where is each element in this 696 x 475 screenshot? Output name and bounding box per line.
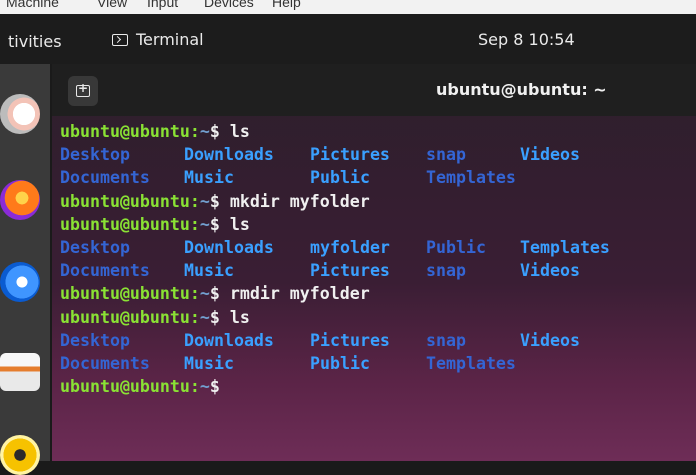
directory-entry: snap xyxy=(426,261,466,281)
prompt-line: ubuntu@ubuntu:~$ rmdir myfolder xyxy=(60,282,690,305)
prompt-line: ubuntu@ubuntu:~$ ls xyxy=(60,306,690,329)
vm-menu-help[interactable]: Help xyxy=(272,0,301,10)
help-icon[interactable] xyxy=(0,94,40,134)
thunderbird-icon[interactable] xyxy=(0,262,40,302)
prompt-path: ~ xyxy=(199,122,210,141)
output-line: Desktop Downloads Pictures snap Videos xyxy=(60,143,690,166)
directory-entry: Music xyxy=(184,261,234,281)
command-text: ls xyxy=(219,214,250,234)
files-icon[interactable] xyxy=(0,353,40,391)
dock xyxy=(0,64,50,475)
directory-entry: snap xyxy=(426,145,466,165)
prompt-path: ~ xyxy=(199,191,210,211)
terminal-icon xyxy=(112,33,128,46)
command-text: rmdir myfolder xyxy=(219,284,370,304)
directory-entry: Templates xyxy=(426,353,516,373)
prompt-symbol: $ xyxy=(209,284,220,304)
prompt-user: ubuntu@ubuntu: xyxy=(60,377,200,397)
window-title: ubuntu@ubuntu: ~ xyxy=(436,80,607,99)
vm-menu-devices[interactable]: Devices xyxy=(204,0,254,10)
activities-button[interactable]: tivities xyxy=(8,32,62,51)
prompt-user: ubuntu@ubuntu: xyxy=(60,122,200,141)
prompt-user: ubuntu@ubuntu: xyxy=(60,307,200,327)
top-bar: tivities Terminal Sep 8 10:54 xyxy=(0,14,696,64)
directory-entry: Public xyxy=(310,168,370,188)
directory-entry: Downloads xyxy=(184,237,274,257)
vm-menu-bar: Machine View Input Devices Help xyxy=(0,0,696,14)
prompt-user: ubuntu@ubuntu: xyxy=(60,191,200,211)
directory-entry: Desktop xyxy=(60,145,130,165)
prompt-line: ubuntu@ubuntu:~$ ls xyxy=(60,120,690,143)
directory-entry: Videos xyxy=(520,261,580,281)
terminal-output[interactable]: ubuntu@ubuntu:~$ ls Desktop Downloads Pictu… xyxy=(60,120,690,398)
output-line: Documents Music Pictures snap Videos xyxy=(60,259,690,282)
rhythmbox-icon[interactable] xyxy=(0,435,40,475)
command-text: ls xyxy=(219,122,250,141)
app-menu-label: Terminal xyxy=(136,30,204,49)
firefox-icon[interactable] xyxy=(0,180,40,220)
vm-menu-input[interactable]: Input xyxy=(147,0,178,10)
prompt-line: ubuntu@ubuntu:~$ ls xyxy=(60,213,690,236)
new-tab-button[interactable] xyxy=(68,76,98,106)
directory-entry: Templates xyxy=(426,168,516,188)
directory-entry: Desktop xyxy=(60,330,130,350)
output-line: Desktop Downloads Pictures snap Videos xyxy=(60,329,690,352)
terminal-window: ubuntu@ubuntu: ~ ubuntu@ubuntu:~$ lsDesk… xyxy=(52,64,696,461)
directory-entry: Downloads xyxy=(184,145,274,165)
directory-entry: Documents xyxy=(60,261,150,281)
directory-entry: Documents xyxy=(60,353,150,373)
directory-entry: Music xyxy=(184,168,234,188)
output-line: Documents Music Public Templates xyxy=(60,352,690,375)
directory-entry: Public xyxy=(426,237,486,257)
prompt-path: ~ xyxy=(199,214,210,234)
command-text: mkdir myfolder xyxy=(219,191,370,211)
directory-entry: Documents xyxy=(60,168,150,188)
directory-entry: Videos xyxy=(520,145,580,165)
directory-entry: Pictures xyxy=(310,145,390,165)
vm-menu-machine[interactable]: Machine xyxy=(6,0,59,10)
directory-entry: Public xyxy=(310,353,370,373)
prompt-path: ~ xyxy=(199,284,210,304)
prompt-user: ubuntu@ubuntu: xyxy=(60,214,200,234)
prompt-symbol: $ xyxy=(209,191,220,211)
directory-entry: Desktop xyxy=(60,237,130,257)
output-line: Documents Music Public Templates xyxy=(60,166,690,189)
directory-entry: Music xyxy=(184,353,234,373)
prompt-user: ubuntu@ubuntu: xyxy=(60,284,200,304)
new-tab-icon xyxy=(76,81,90,97)
directory-entry: snap xyxy=(426,330,466,350)
prompt-path: ~ xyxy=(199,377,210,397)
output-line: Desktop Downloads myfolder Public Templates xyxy=(60,236,690,259)
directory-entry: Pictures xyxy=(310,261,390,281)
prompt-symbol: $ xyxy=(209,122,220,141)
prompt-path: ~ xyxy=(199,307,210,327)
prompt-line: ubuntu@ubuntu:~$ mkdir myfolder xyxy=(60,190,690,213)
app-menu-terminal[interactable]: Terminal xyxy=(112,30,204,49)
directory-entry: Downloads xyxy=(184,330,274,350)
directory-entry: Templates xyxy=(520,237,610,257)
header-bar: ubuntu@ubuntu: ~ xyxy=(52,64,696,116)
prompt-symbol: $ xyxy=(209,214,220,234)
prompt-symbol: $ xyxy=(209,377,220,397)
directory-entry: Pictures xyxy=(310,330,390,350)
vm-menu-view[interactable]: View xyxy=(97,0,127,10)
directory-entry: Videos xyxy=(520,330,580,350)
directory-entry: myfolder xyxy=(310,237,390,257)
clock[interactable]: Sep 8 10:54 xyxy=(478,30,575,49)
command-text: ls xyxy=(219,307,250,327)
prompt-line: ubuntu@ubuntu:~$ xyxy=(60,375,690,398)
prompt-symbol: $ xyxy=(209,307,220,327)
